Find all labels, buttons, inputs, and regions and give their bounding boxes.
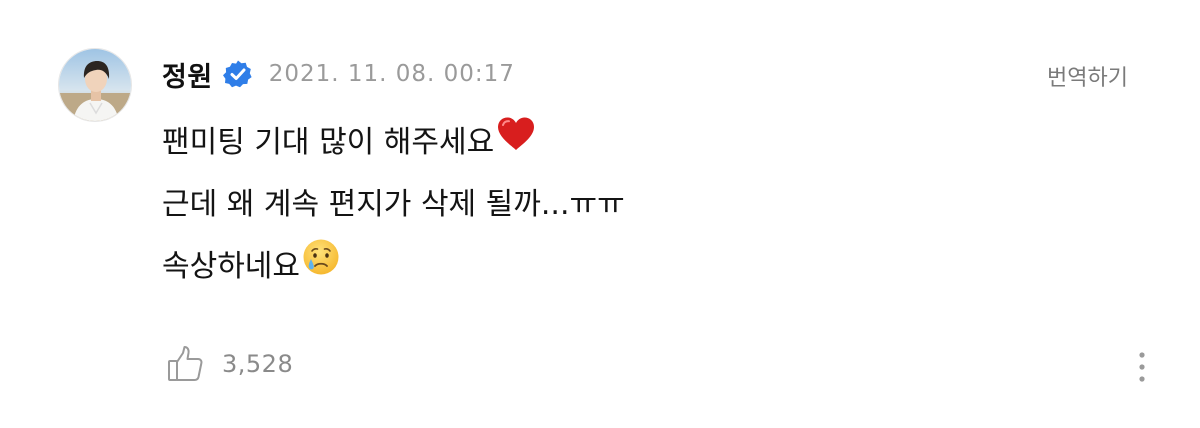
translate-button[interactable]: 번역하기 <box>1047 60 1128 92</box>
post-message: 팬미팅 기대 많이 해주세요 근데 왜 계속 편지가 삭제 될까...ㅠㅠ 속상… <box>162 112 625 298</box>
crying-face-icon <box>302 236 340 298</box>
post-header: 정원 2021. 11. 08. 00:17 <box>162 52 515 96</box>
verified-badge-icon <box>222 59 253 89</box>
message-line-text: 속상하네요 <box>162 249 300 284</box>
message-line-text: 근데 왜 계속 편지가 삭제 될까...ㅠㅠ <box>162 187 625 222</box>
message-line: 속상하네요 <box>162 236 625 298</box>
author-avatar[interactable] <box>58 48 132 122</box>
message-line: 근데 왜 계속 편지가 삭제 될까...ㅠㅠ <box>162 174 625 236</box>
thumbs-up-icon[interactable] <box>166 344 206 384</box>
like-count: 3,528 <box>222 350 294 378</box>
post-timestamp: 2021. 11. 08. 00:17 <box>268 61 515 87</box>
message-line-text: 팬미팅 기대 많이 해주세요 <box>162 125 495 160</box>
author-name[interactable]: 정원 <box>162 55 213 94</box>
red-heart-icon <box>496 112 536 174</box>
message-line: 팬미팅 기대 많이 해주세요 <box>162 112 625 174</box>
more-vertical-icon[interactable] <box>1136 350 1148 386</box>
post-footer: 3,528 <box>166 344 293 384</box>
